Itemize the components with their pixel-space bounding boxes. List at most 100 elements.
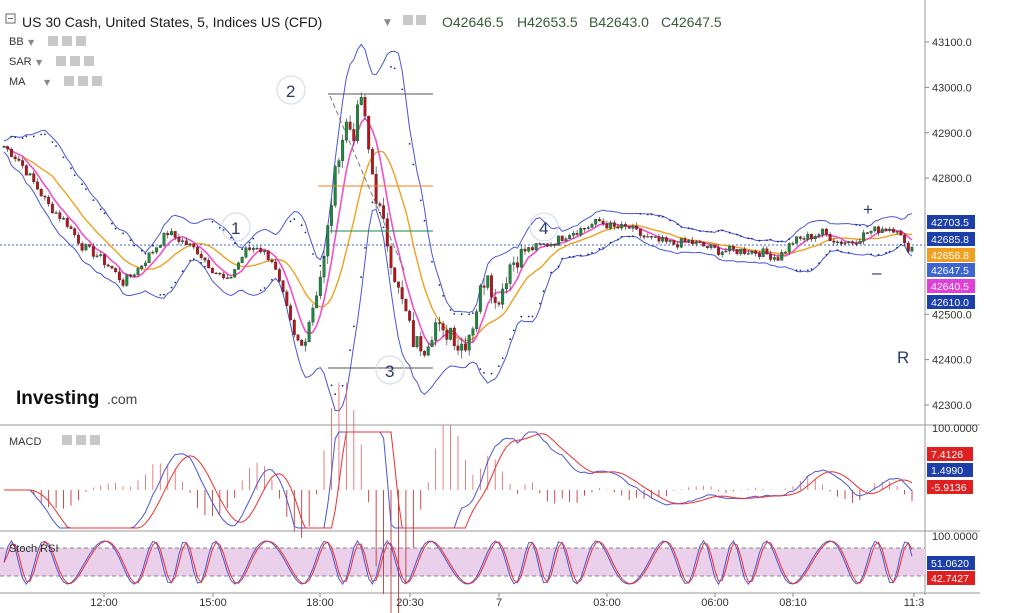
- sar-dot: [159, 294, 162, 296]
- candle: [39, 187, 43, 198]
- sar-dot: [840, 250, 843, 253]
- candle: [315, 291, 319, 309]
- sar-dot: [32, 135, 35, 138]
- candle: [404, 298, 408, 312]
- indicator-item[interactable]: SAR ▼: [9, 56, 94, 68]
- candle: [348, 115, 352, 131]
- sar-dot: [859, 224, 861, 227]
- macd-label: MACD: [9, 436, 41, 448]
- candle: [218, 272, 222, 276]
- sar-dot: [442, 295, 444, 297]
- candle: [233, 268, 237, 278]
- candle: [463, 336, 467, 353]
- candle: [143, 260, 147, 268]
- macd-gear-icon[interactable]: [76, 435, 86, 445]
- moving-averages: [3, 117, 913, 348]
- trading-chart[interactable]: 1 2 3 4 + – R US 30 Cash, United States,…: [0, 0, 1014, 613]
- annotation-lines: [318, 93, 433, 369]
- candle: [426, 342, 430, 357]
- macd-close-icon[interactable]: [90, 435, 100, 445]
- sar-dot: [379, 211, 381, 214]
- candle: [13, 154, 17, 163]
- candle: [166, 230, 170, 239]
- sar-dot: [144, 252, 147, 255]
- y-tick-label: 42900.0: [932, 128, 972, 140]
- indicator-eye-icon[interactable]: [48, 36, 58, 46]
- title-settings-icons[interactable]: [403, 15, 426, 25]
- candle: [151, 250, 155, 255]
- chart-title[interactable]: US 30 Cash, United States, 5, Indices US…: [22, 14, 322, 30]
- plus-marker: +: [863, 200, 873, 219]
- sar-dot: [661, 215, 664, 218]
- price-badges: 42703.5 42685.8 42656.8 42647.5 42640.5 42610…: [927, 215, 975, 309]
- sar-dot: [498, 365, 500, 368]
- candle: [400, 280, 404, 305]
- candle: [36, 178, 39, 191]
- sar-dot: [572, 255, 575, 258]
- macd-badge-label: 1.4990: [931, 465, 963, 477]
- sar-dot: [561, 257, 564, 260]
- indicator-gear-icon[interactable]: [70, 56, 80, 66]
- candle: [322, 250, 326, 284]
- eye-icon[interactable]: [403, 15, 413, 25]
- indicator-item[interactable]: BB ▼: [9, 36, 86, 48]
- indicator-gear-icon[interactable]: [62, 36, 72, 46]
- x-tick-label: 11:3: [904, 597, 925, 609]
- indicator-eye-icon[interactable]: [56, 56, 66, 66]
- sar-dot: [650, 213, 653, 216]
- candle: [586, 225, 590, 230]
- sar-dot: [352, 325, 355, 328]
- candle: [523, 246, 527, 255]
- indicator-eye-icon[interactable]: [64, 76, 74, 86]
- sar-dot: [111, 222, 113, 225]
- candle: [50, 201, 54, 214]
- candle: [337, 157, 341, 175]
- indicator-gear-icon[interactable]: [78, 76, 88, 86]
- indicator-close-icon[interactable]: [92, 76, 102, 86]
- sar-dot: [133, 244, 136, 247]
- candle: [2, 145, 6, 148]
- candle: [530, 245, 534, 252]
- candle: [553, 243, 557, 248]
- candle: [657, 233, 661, 245]
- sar-dot: [55, 145, 57, 148]
- candle: [240, 256, 244, 264]
- sar-dot: [799, 269, 802, 272]
- indicator-item[interactable]: MA ▼: [9, 76, 102, 88]
- sar-dot: [483, 371, 485, 374]
- macd-badge: -5.9136: [927, 480, 973, 494]
- candle: [705, 245, 709, 250]
- indicator-dropdown-icon[interactable]: ▼: [28, 38, 35, 47]
- sar-dot: [401, 88, 404, 91]
- candle: [270, 258, 274, 264]
- candle: [873, 226, 877, 233]
- ohlc-open: O42646.5: [442, 14, 504, 30]
- indicator-dropdown-icon[interactable]: ▼: [36, 58, 43, 67]
- candle: [389, 243, 393, 275]
- macd-eye-icon[interactable]: [62, 435, 72, 445]
- candle: [397, 281, 400, 294]
- candle: [765, 246, 769, 255]
- indicator-close-icon[interactable]: [84, 56, 94, 66]
- sar-dot: [877, 253, 880, 256]
- indicator-badges: 7.4126 1.4990 -5.9136 51.0620 42.7427: [927, 447, 975, 585]
- candle: [862, 229, 866, 245]
- sar-dot: [390, 66, 392, 68]
- indicator-dropdown-icon[interactable]: ▼: [44, 78, 51, 87]
- title-dropdown-icon[interactable]: ▼: [384, 18, 391, 28]
- sar-dot: [899, 243, 902, 246]
- gear-icon[interactable]: [416, 15, 426, 25]
- candle: [408, 309, 412, 323]
- sar-dot: [490, 372, 493, 375]
- sar-dot: [449, 309, 452, 311]
- candle: [341, 134, 345, 168]
- sar-dot: [579, 254, 582, 257]
- sar-dot: [25, 135, 28, 138]
- candle: [780, 249, 784, 261]
- candle: [903, 233, 907, 246]
- candle: [810, 233, 813, 243]
- price-badge-label: 42640.5: [931, 281, 969, 293]
- sar-dot: [412, 163, 415, 166]
- indicator-close-icon[interactable]: [76, 36, 86, 46]
- candle: [430, 336, 434, 348]
